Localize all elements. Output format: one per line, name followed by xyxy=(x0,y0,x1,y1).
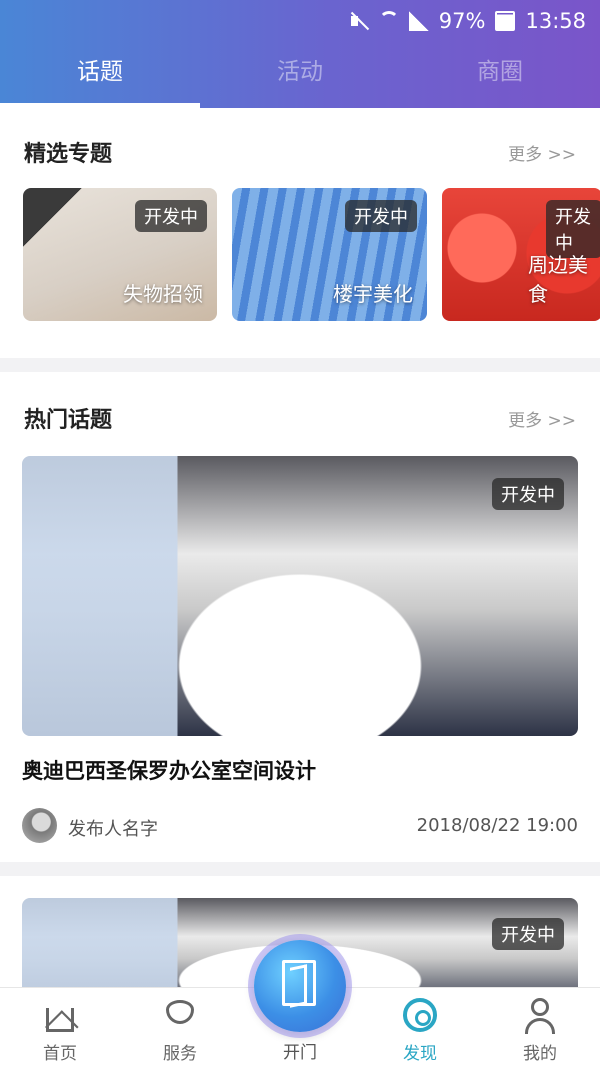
wifi-icon xyxy=(378,11,399,31)
status-badge: 开发中 xyxy=(492,478,564,510)
nav-discover[interactable]: 发现 xyxy=(360,988,480,1067)
home-icon xyxy=(46,1008,74,1032)
tab-business[interactable]: 商圈 xyxy=(400,44,600,104)
signal-icon xyxy=(408,11,429,31)
hot-topics-more-link[interactable]: 更多 >> xyxy=(508,406,576,431)
person-icon xyxy=(523,998,557,1034)
featured-title: 精选专题 xyxy=(24,142,113,167)
status-badge: 开发中 xyxy=(345,200,417,232)
tab-activities[interactable]: 活动 xyxy=(200,44,400,104)
battery-icon xyxy=(495,11,516,31)
open-door-button[interactable] xyxy=(254,940,346,1032)
featured-card-label: 楼宇美化 xyxy=(333,282,413,306)
nav-service[interactable]: 服务 xyxy=(120,988,240,1067)
hot-topics-title: 热门话题 xyxy=(24,408,113,433)
heart-hand-icon xyxy=(166,1000,194,1024)
publish-datetime: 2018/08/22 19:00 xyxy=(416,815,578,836)
nav-mine[interactable]: 我的 xyxy=(480,988,600,1067)
clock: 13:58 xyxy=(525,9,586,33)
featured-card-building[interactable]: 开发中 楼宇美化 xyxy=(232,188,427,321)
tab-topics[interactable]: 话题 xyxy=(0,44,200,104)
top-tabs: 话题 活动 商圈 xyxy=(0,44,600,104)
featured-card-food[interactable]: 开发中 周边美食 xyxy=(442,188,600,321)
status-badge: 开发中 xyxy=(135,200,207,232)
status-bar: 97% 13:58 xyxy=(349,6,586,36)
nav-label: 服务 xyxy=(163,1044,197,1064)
topic-image[interactable]: 开发中 xyxy=(22,456,578,736)
nav-label: 我的 xyxy=(523,1044,557,1064)
featured-more-link[interactable]: 更多 >> xyxy=(508,140,576,165)
nav-label: 发现 xyxy=(403,1044,437,1064)
topic-title[interactable]: 奥迪巴西圣保罗办公室空间设计 xyxy=(22,755,316,785)
featured-card-label: 失物招领 xyxy=(123,282,203,306)
avatar xyxy=(22,808,57,843)
author-name: 发布人名字 xyxy=(68,819,158,840)
mute-icon xyxy=(349,11,369,31)
featured-card-lost-found[interactable]: 开发中 失物招领 xyxy=(23,188,217,321)
battery-percent: 97% xyxy=(438,9,486,33)
featured-card-label: 周边美食 xyxy=(528,253,588,306)
door-icon xyxy=(282,960,316,1006)
status-badge: 开发中 xyxy=(492,918,564,950)
nav-home[interactable]: 首页 xyxy=(0,988,120,1067)
discover-icon xyxy=(403,998,437,1032)
top-header: 97% 13:58 话题 活动 商圈 xyxy=(0,0,600,108)
open-door-label: 开门 xyxy=(283,1043,317,1063)
nav-label: 首页 xyxy=(43,1044,77,1064)
